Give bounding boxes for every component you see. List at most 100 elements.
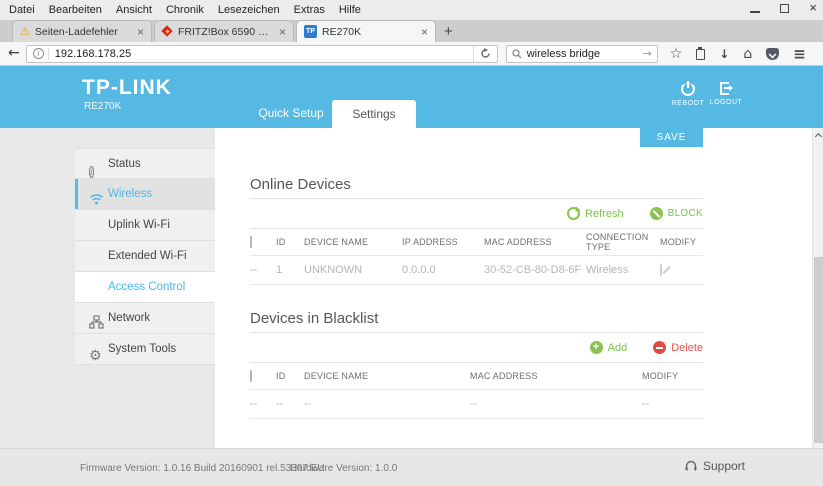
sidebar-item-uplink-wifi[interactable]: Uplink Wi-Fi [75, 210, 215, 241]
scroll-up-icon[interactable] [814, 133, 821, 140]
add-button[interactable]: + Add [590, 341, 628, 354]
support-link[interactable]: Support [684, 459, 745, 473]
status-info-icon: i [89, 166, 94, 178]
tplink-page: TP-LINK RE270K Quick Setup Settings REBO… [0, 66, 823, 486]
col-header-mac: MAC ADDRESS [484, 237, 586, 247]
block-device-icon[interactable] [660, 263, 662, 277]
tplink-footer: Firmware Version: 1.0.16 Build 20160901 … [0, 448, 823, 486]
bookmarks-clipboard-icon[interactable] [696, 49, 705, 60]
menu-tools[interactable]: Extras [287, 2, 332, 18]
toolbar-icons: ☆ ↓ ⌂ ≡ [670, 45, 806, 63]
tab-page-load-error[interactable]: ⚠ Seiten-Ladefehler × [12, 20, 152, 42]
nav-tab-quick-setup[interactable]: Quick Setup [250, 106, 332, 120]
sidebar-item-network[interactable]: Network [75, 303, 215, 334]
sidebar-item-wireless[interactable]: Wireless [75, 179, 215, 210]
search-bar[interactable]: wireless bridge → [506, 45, 658, 63]
save-button[interactable]: SAVE [640, 128, 703, 147]
blacklist-empty-row: -- -- -- -- -- [250, 390, 703, 419]
logout-button[interactable]: LOGOUT [704, 82, 748, 106]
tab-title: Seiten-Ladefehler [35, 26, 132, 38]
menu-hamburger-icon[interactable]: ≡ [793, 45, 806, 63]
browser-navbar: ← i 192.168.178.25 wireless bridge → ☆ [0, 42, 823, 66]
block-button[interactable]: BLOCK [650, 207, 703, 220]
bookmark-star-icon[interactable]: ☆ [670, 46, 683, 62]
logout-icon [720, 82, 733, 95]
reload-icon [480, 48, 491, 59]
tab-title: RE270K [322, 26, 416, 38]
window-controls: × [750, 3, 817, 13]
menu-history[interactable]: Chronik [159, 2, 211, 18]
logout-label: LOGOUT [704, 99, 748, 106]
page-scrollbar[interactable] [812, 128, 823, 448]
nav-tab-settings-active[interactable]: Settings [332, 100, 416, 128]
menu-bookmarks[interactable]: Lesezeichen [211, 2, 287, 18]
sidebar-label: Status [108, 158, 141, 170]
tab-title: FRITZ!Box 6590 Cable [178, 26, 274, 38]
close-window-icon[interactable]: × [809, 3, 817, 13]
minimize-icon[interactable] [750, 11, 760, 13]
cell-id: 1 [276, 264, 304, 276]
add-label: Add [608, 342, 628, 354]
search-go-icon[interactable]: → [643, 47, 652, 60]
support-label: Support [703, 459, 745, 473]
cell-connection-type: Wireless [586, 264, 652, 276]
search-icon [512, 49, 522, 59]
menu-view[interactable]: Ansicht [109, 2, 159, 18]
menu-edit[interactable]: Bearbeiten [42, 2, 109, 18]
sidebar-label: Wireless [108, 188, 152, 200]
col-header-id: ID [276, 371, 304, 381]
blacklist-header-row: ID DEVICE NAME MAC ADDRESS MODIFY [250, 363, 703, 390]
tab-close-icon[interactable]: × [279, 25, 286, 39]
main-content: SAVE Online Devices Refresh BLOCK [215, 128, 812, 448]
cell-ip: 0.0.0.0 [402, 264, 484, 276]
network-icon [89, 315, 104, 329]
sidebar: i Status Wireless Uplink Wi-Fi [75, 128, 215, 448]
refresh-button[interactable]: Refresh [567, 207, 624, 220]
blacklist-section: Devices in Blacklist + Add Delete [250, 310, 703, 419]
cell-select: -- [250, 398, 276, 410]
sidebar-label: Uplink Wi-Fi [108, 219, 170, 231]
tab-re270k-active[interactable]: TP RE270K × [296, 20, 436, 42]
online-devices-actions: Refresh BLOCK [250, 199, 703, 229]
power-icon [681, 82, 695, 96]
select-all-checkbox[interactable] [250, 236, 252, 248]
url-text[interactable]: 192.168.178.25 [55, 48, 473, 60]
col-header-modify: MODIFY [642, 371, 703, 381]
sidebar-label: System Tools [108, 343, 176, 355]
home-icon[interactable]: ⌂ [743, 46, 752, 62]
sidebar-item-extended-wifi[interactable]: Extended Wi-Fi [75, 241, 215, 272]
fritzbox-favicon [162, 26, 173, 37]
url-bar[interactable]: i 192.168.178.25 [26, 45, 498, 63]
menu-file[interactable]: Datei [2, 2, 42, 18]
menu-help[interactable]: Hilfe [332, 2, 368, 18]
scrollbar-thumb[interactable] [814, 257, 823, 443]
model-name: RE270K [82, 101, 172, 112]
pocket-icon[interactable] [766, 48, 779, 60]
browser-tabstrip: ⚠ Seiten-Ladefehler × FRITZ!Box 6590 Cab… [0, 20, 823, 42]
site-info-icon[interactable]: i [33, 48, 44, 59]
section-title: Devices in Blacklist [250, 310, 703, 327]
new-tab-button[interactable]: + [438, 23, 461, 42]
online-device-row: -- 1 UNKNOWN 0.0.0.0 30-52-CB-80-D8-6F W… [250, 256, 703, 285]
headset-icon [684, 459, 698, 473]
brand-name: TP-LINK [82, 76, 172, 100]
sidebar-item-status[interactable]: i Status [75, 148, 215, 179]
sidebar-item-system-tools[interactable]: ⚙ System Tools [75, 334, 215, 365]
delete-button[interactable]: Delete [653, 341, 703, 354]
tab-close-icon[interactable]: × [137, 25, 144, 39]
back-icon[interactable]: ← [6, 45, 26, 63]
refresh-label: Refresh [585, 208, 624, 220]
delete-label: Delete [671, 342, 703, 354]
downloads-icon[interactable]: ↓ [719, 47, 729, 61]
tab-fritzbox[interactable]: FRITZ!Box 6590 Cable × [154, 20, 294, 42]
search-value[interactable]: wireless bridge [527, 48, 643, 60]
col-header-mac: MAC ADDRESS [470, 371, 642, 381]
reload-button[interactable] [473, 46, 497, 62]
select-all-checkbox[interactable] [250, 370, 252, 382]
cell-select: -- [250, 264, 276, 276]
sidebar-item-access-control[interactable]: Access Control [75, 272, 215, 303]
restore-icon[interactable] [780, 4, 789, 13]
col-header-id: ID [276, 237, 304, 247]
tab-close-icon[interactable]: × [421, 25, 428, 39]
block-label: BLOCK [668, 208, 703, 219]
